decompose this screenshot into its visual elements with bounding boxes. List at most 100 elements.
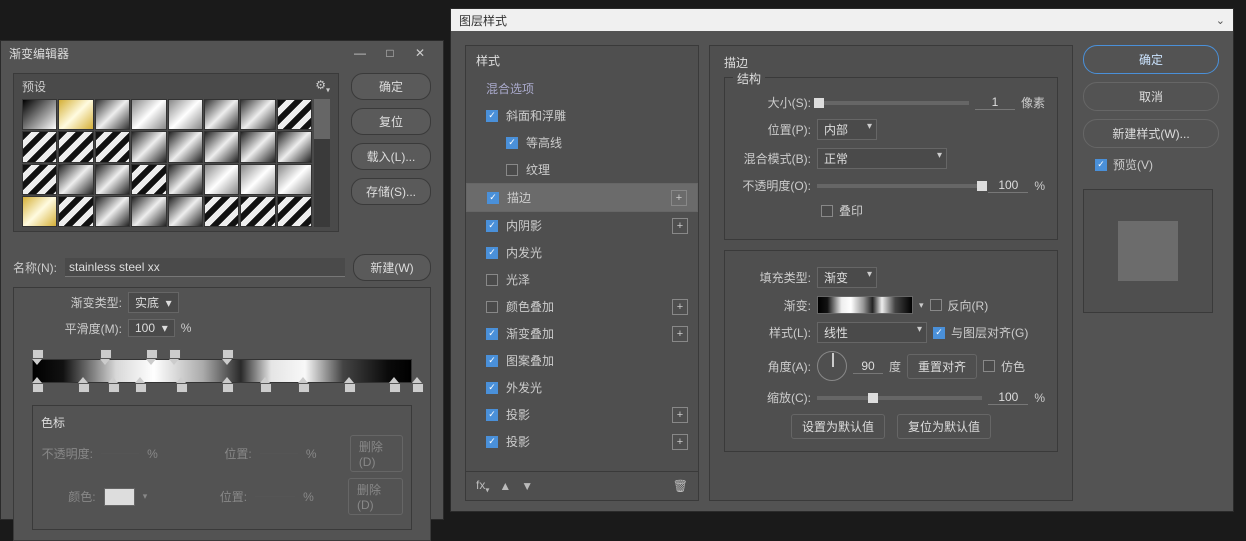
reset-align-button[interactable]: 重置对齐 bbox=[907, 354, 977, 379]
style-item-5[interactable]: ✓内发光 bbox=[466, 239, 698, 266]
preset-swatch[interactable] bbox=[131, 99, 166, 130]
size-slider[interactable] bbox=[817, 101, 969, 105]
preset-swatch[interactable] bbox=[240, 99, 275, 130]
preset-swatch[interactable] bbox=[131, 196, 166, 227]
blend-mode-select[interactable]: 正常 bbox=[817, 148, 947, 169]
add-icon[interactable]: + bbox=[672, 299, 688, 315]
set-default-button[interactable]: 设置为默认值 bbox=[791, 414, 885, 439]
preset-swatch[interactable] bbox=[95, 164, 130, 195]
fill-type-select[interactable]: 渐变 bbox=[817, 267, 877, 288]
preset-swatch[interactable] bbox=[58, 164, 93, 195]
reverse-checkbox[interactable] bbox=[930, 299, 942, 311]
style-item-12[interactable]: ✓投影+ bbox=[466, 428, 698, 455]
position-select[interactable]: 内部 bbox=[817, 119, 877, 140]
opacity-value[interactable]: 100 bbox=[988, 178, 1028, 193]
gradient-type-select[interactable]: 实底 ▾ bbox=[128, 292, 179, 313]
scale-value[interactable]: 100 bbox=[988, 390, 1028, 405]
angle-value[interactable]: 90 bbox=[853, 359, 883, 374]
color-stop[interactable] bbox=[222, 383, 232, 395]
style-checkbox[interactable]: ✓ bbox=[486, 382, 498, 394]
smoothness-value[interactable]: 100 ▾ bbox=[128, 319, 175, 337]
minimize-icon[interactable]: — bbox=[345, 46, 375, 60]
style-checkbox[interactable]: ✓ bbox=[486, 409, 498, 421]
arrow-up-icon[interactable]: ▲ bbox=[499, 479, 511, 493]
style-checkbox[interactable]: ✓ bbox=[506, 137, 518, 149]
preset-swatch[interactable] bbox=[277, 196, 312, 227]
style-checkbox[interactable]: ✓ bbox=[487, 192, 499, 204]
preset-swatch[interactable] bbox=[58, 196, 93, 227]
style-checkbox[interactable]: ✓ bbox=[486, 220, 498, 232]
color-stop[interactable] bbox=[78, 383, 88, 395]
style-checkbox[interactable] bbox=[506, 164, 518, 176]
gear-icon[interactable]: ⚙▾ bbox=[315, 78, 330, 94]
style-checkbox[interactable]: ✓ bbox=[486, 110, 498, 122]
position-field-2[interactable] bbox=[255, 496, 295, 497]
color-stop[interactable] bbox=[32, 383, 42, 395]
preset-swatch[interactable] bbox=[277, 131, 312, 162]
style-checkbox[interactable]: ✓ bbox=[486, 247, 498, 259]
style-item-11[interactable]: ✓投影+ bbox=[466, 401, 698, 428]
add-icon[interactable]: + bbox=[671, 190, 687, 206]
scale-slider[interactable] bbox=[817, 396, 982, 400]
preset-swatch[interactable] bbox=[277, 99, 312, 130]
preset-swatch[interactable] bbox=[240, 164, 275, 195]
color-stop[interactable] bbox=[135, 383, 145, 395]
blending-options-item[interactable]: 混合选项 bbox=[466, 75, 698, 102]
style-item-7[interactable]: 颜色叠加+ bbox=[466, 293, 698, 320]
save-button[interactable]: 存储(S)... bbox=[351, 178, 431, 205]
preset-swatch[interactable] bbox=[95, 196, 130, 227]
preset-swatch[interactable] bbox=[168, 99, 203, 130]
chevron-down-icon[interactable]: ⌄ bbox=[1216, 14, 1225, 27]
arrow-down-icon[interactable]: ▼ bbox=[521, 479, 533, 493]
preset-scrollbar[interactable] bbox=[314, 99, 330, 227]
preset-swatch[interactable] bbox=[22, 99, 57, 130]
preview-checkbox[interactable]: ✓ bbox=[1095, 159, 1107, 171]
preset-swatch[interactable] bbox=[204, 164, 239, 195]
preset-swatch[interactable] bbox=[58, 99, 93, 130]
style-checkbox[interactable] bbox=[486, 274, 498, 286]
color-stop[interactable] bbox=[260, 383, 270, 395]
gradient-swatch[interactable] bbox=[817, 296, 913, 314]
add-icon[interactable]: + bbox=[672, 218, 688, 234]
preset-swatch[interactable] bbox=[240, 131, 275, 162]
opacity-slider[interactable] bbox=[817, 184, 982, 188]
style-item-3[interactable]: ✓描边+ bbox=[466, 183, 698, 212]
style-checkbox[interactable] bbox=[486, 301, 498, 313]
style-item-10[interactable]: ✓外发光 bbox=[466, 374, 698, 401]
color-stop[interactable] bbox=[176, 383, 186, 395]
preset-swatch[interactable] bbox=[168, 196, 203, 227]
preset-swatch[interactable] bbox=[131, 164, 166, 195]
preset-swatch[interactable] bbox=[204, 99, 239, 130]
color-stop[interactable] bbox=[389, 383, 399, 395]
style-checkbox[interactable]: ✓ bbox=[486, 436, 498, 448]
style-item-9[interactable]: ✓图案叠加 bbox=[466, 347, 698, 374]
opacity-stop[interactable] bbox=[169, 347, 179, 359]
position-field[interactable] bbox=[260, 453, 298, 454]
preset-swatch[interactable] bbox=[168, 131, 203, 162]
preset-swatch[interactable] bbox=[22, 131, 57, 162]
dither-checkbox[interactable] bbox=[983, 360, 995, 372]
angle-dial[interactable] bbox=[817, 351, 847, 381]
preset-swatch[interactable] bbox=[22, 164, 57, 195]
preset-swatch[interactable] bbox=[204, 131, 239, 162]
overprint-checkbox[interactable] bbox=[821, 205, 833, 217]
color-stop[interactable] bbox=[108, 383, 118, 395]
preset-swatch[interactable] bbox=[168, 164, 203, 195]
delete-button[interactable]: 删除(D) bbox=[350, 435, 403, 472]
delete-button-2[interactable]: 删除(D) bbox=[348, 478, 403, 515]
style-item-1[interactable]: ✓等高线 bbox=[466, 129, 698, 156]
reset-button[interactable]: 复位 bbox=[351, 108, 431, 135]
style-checkbox[interactable]: ✓ bbox=[486, 355, 498, 367]
new-style-button[interactable]: 新建样式(W)... bbox=[1083, 119, 1219, 148]
load-button[interactable]: 载入(L)... bbox=[351, 143, 431, 170]
opacity-stop[interactable] bbox=[146, 347, 156, 359]
close-icon[interactable]: ✕ bbox=[405, 46, 435, 60]
style-item-4[interactable]: ✓内阴影+ bbox=[466, 212, 698, 239]
style-item-2[interactable]: 纹理 bbox=[466, 156, 698, 183]
preset-swatch[interactable] bbox=[22, 196, 57, 227]
color-stop[interactable] bbox=[344, 383, 354, 395]
color-stop[interactable] bbox=[298, 383, 308, 395]
gradient-editor-titlebar[interactable]: 渐变编辑器 — □ ✕ bbox=[1, 41, 443, 65]
opacity-field[interactable] bbox=[101, 453, 139, 454]
cancel-button[interactable]: 取消 bbox=[1083, 82, 1219, 111]
